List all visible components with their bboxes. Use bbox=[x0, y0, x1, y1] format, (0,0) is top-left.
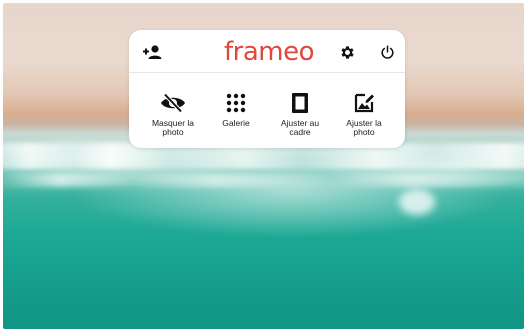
power-icon bbox=[380, 45, 394, 59]
menu-panel: frameo Masquer la photo Galerie Ajuster … bbox=[129, 30, 405, 148]
eye-off-icon bbox=[161, 93, 185, 113]
power-button[interactable] bbox=[378, 43, 396, 61]
gear-icon bbox=[340, 45, 354, 59]
wave-splash bbox=[399, 189, 435, 215]
adjust-photo-button[interactable]: Ajuster la photo bbox=[333, 90, 395, 137]
frameo-logo: frameo bbox=[224, 37, 315, 67]
person-add-icon bbox=[143, 45, 162, 59]
panel-divider bbox=[129, 72, 405, 73]
hide-photo-label: Masquer la photo bbox=[151, 118, 195, 137]
fit-frame-icon bbox=[292, 93, 308, 113]
settings-button[interactable] bbox=[337, 42, 357, 62]
wave-foam-secondary bbox=[3, 173, 524, 187]
grid-icon bbox=[226, 93, 246, 113]
hide-photo-button[interactable]: Masquer la photo bbox=[142, 90, 204, 137]
gallery-label: Galerie bbox=[222, 118, 250, 128]
fit-frame-button[interactable]: Ajuster au cadre bbox=[269, 90, 331, 137]
edit-photo-icon bbox=[354, 93, 374, 113]
adjust-photo-label: Ajuster la photo bbox=[346, 118, 382, 137]
add-friend-button[interactable] bbox=[141, 42, 163, 62]
fit-frame-label: Ajuster au cadre bbox=[280, 118, 320, 137]
gallery-button[interactable]: Galerie bbox=[205, 90, 267, 128]
